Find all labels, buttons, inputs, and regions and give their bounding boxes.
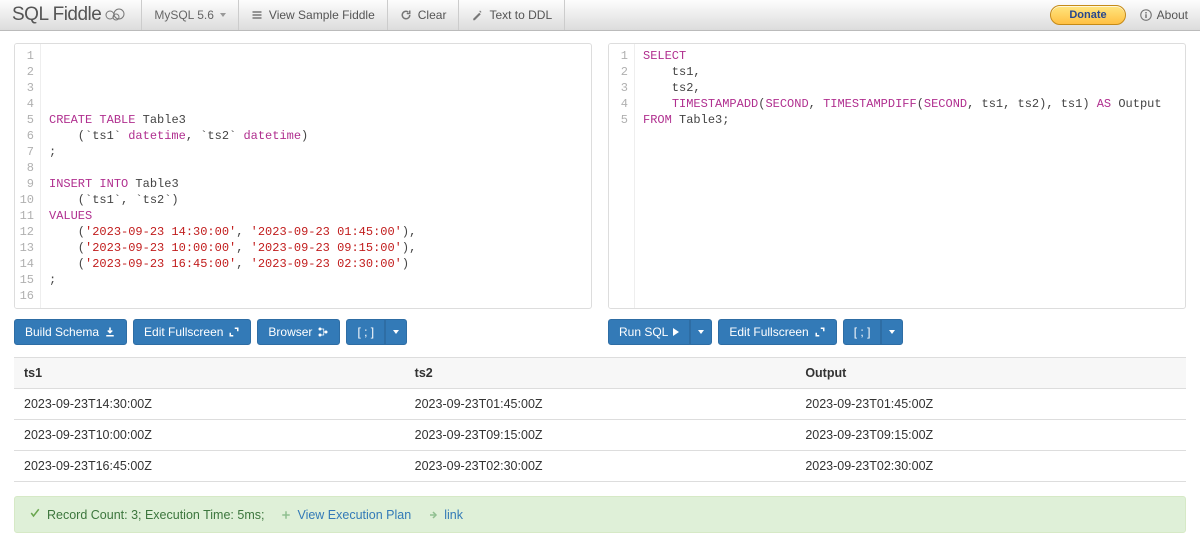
chevron-down-icon [220,13,226,17]
view-sample-button[interactable]: View Sample Fiddle [239,0,388,30]
browser-button[interactable]: Browser [257,319,340,345]
expand-icon [814,326,826,338]
table-cell: 2023-09-23T02:30:00Z [795,451,1186,482]
db-engine-label: MySQL 5.6 [154,8,214,22]
table-cell: 2023-09-23T09:15:00Z [795,420,1186,451]
results-header-row: ts1ts2Output [14,358,1186,389]
clear-label: Clear [418,8,447,22]
query-edit-fullscreen-label: Edit Fullscreen [729,325,808,339]
download-icon [104,326,116,338]
schema-terminator-caret[interactable] [385,319,407,345]
view-sample-label: View Sample Fiddle [269,8,375,22]
permalink-link[interactable]: link [427,508,463,522]
status-summary: Record Count: 3; Execution Time: 5ms; [47,508,264,522]
text-to-ddl-button[interactable]: Text to DDL [459,0,565,30]
table-cell: 2023-09-23T16:45:00Z [14,451,405,482]
table-cell: 2023-09-23T14:30:00Z [14,389,405,420]
topbar: SQL Fiddle MySQL 5.6 View Sample Fiddle … [0,0,1200,31]
schema-gutter: 12345678910111213141516 [15,44,41,308]
table-row: 2023-09-23T10:00:00Z2023-09-23T09:15:00Z… [14,420,1186,451]
play-icon [673,328,679,336]
donate-button[interactable]: Donate [1050,5,1125,25]
query-terminator-caret[interactable] [881,319,903,345]
query-terminator-button[interactable]: [ ; ] [843,319,882,345]
db-engine-select[interactable]: MySQL 5.6 [141,0,239,30]
brand[interactable]: SQL Fiddle [12,4,127,26]
about-button[interactable]: About [1140,8,1188,22]
view-execution-plan-label: View Execution Plan [297,508,411,522]
list-icon [251,9,263,21]
table-row: 2023-09-23T16:45:00Z2023-09-23T02:30:00Z… [14,451,1186,482]
permalink-label: link [444,508,463,522]
view-execution-plan-link[interactable]: View Execution Plan [280,508,411,522]
table-row: 2023-09-23T14:30:00Z2023-09-23T01:45:00Z… [14,389,1186,420]
chevron-down-icon [889,330,895,334]
run-sql-button[interactable]: Run SQL [608,319,690,345]
info-icon [1140,9,1152,21]
brand-logo-icon [103,6,127,24]
schema-edit-fullscreen-button[interactable]: Edit Fullscreen [133,319,251,345]
check-icon [29,507,41,522]
table-cell: 2023-09-23T09:15:00Z [405,420,796,451]
workspace: 12345678910111213141516 CREATE TABLE Tab… [0,31,1200,309]
schema-terminator-button[interactable]: [ ; ] [346,319,385,345]
schema-editor[interactable]: 12345678910111213141516 CREATE TABLE Tab… [14,43,592,309]
results-column-header: ts1 [14,358,405,389]
schema-buttons: Build Schema Edit Fullscreen Browser [ ;… [14,319,592,345]
table-cell: 2023-09-23T01:45:00Z [405,389,796,420]
build-schema-button[interactable]: Build Schema [14,319,127,345]
results-column-header: ts2 [405,358,796,389]
schema-terminator-label: [ ; ] [357,325,374,339]
text-to-ddl-label: Text to DDL [489,8,552,22]
share-icon [427,509,439,521]
about-label: About [1157,8,1188,22]
tree-icon [317,326,329,338]
query-terminator-label: [ ; ] [854,325,871,339]
query-editor[interactable]: 12345 SELECT ts1, ts2, TIMESTAMPADD(SECO… [608,43,1186,309]
brand-text: SQL Fiddle [12,4,101,26]
run-sql-caret[interactable] [690,319,712,345]
plus-icon [280,509,292,521]
browser-label: Browser [268,325,312,339]
expand-icon [228,326,240,338]
refresh-icon [400,9,412,21]
chevron-down-icon [698,330,704,334]
status-bar: Record Count: 3; Execution Time: 5ms; Vi… [14,496,1186,533]
wand-icon [471,9,483,21]
schema-code[interactable]: CREATE TABLE Table3 (`ts1` datetime, `ts… [41,44,591,308]
query-edit-fullscreen-button[interactable]: Edit Fullscreen [718,319,836,345]
button-rows: Build Schema Edit Fullscreen Browser [ ;… [0,309,1200,345]
run-sql-label: Run SQL [619,325,668,339]
clear-button[interactable]: Clear [388,0,460,30]
build-schema-label: Build Schema [25,325,99,339]
schema-edit-fullscreen-label: Edit Fullscreen [144,325,223,339]
results-column-header: Output [795,358,1186,389]
table-cell: 2023-09-23T10:00:00Z [14,420,405,451]
query-gutter: 12345 [609,44,635,308]
table-cell: 2023-09-23T01:45:00Z [795,389,1186,420]
chevron-down-icon [393,330,399,334]
query-buttons: Run SQL Edit Fullscreen [ ; ] [608,319,1186,345]
query-code[interactable]: SELECT ts1, ts2, TIMESTAMPADD(SECOND, TI… [635,44,1185,308]
results-table: ts1ts2Output 2023-09-23T14:30:00Z2023-09… [14,357,1186,482]
table-cell: 2023-09-23T02:30:00Z [405,451,796,482]
